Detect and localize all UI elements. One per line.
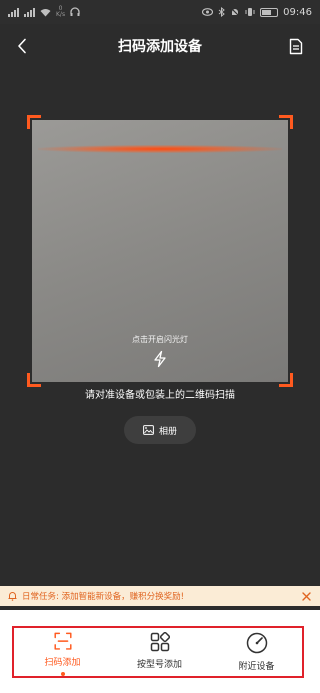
status-right: 09:46 (202, 7, 312, 18)
bluetooth-icon (218, 7, 225, 17)
wifi-icon (40, 8, 51, 16)
lightning-icon (154, 350, 166, 368)
viewfinder-corner-bottom-left (27, 373, 41, 387)
close-icon (301, 591, 311, 601)
page-title: 扫码添加设备 (118, 39, 202, 55)
add-method-tab-bar: 扫码添加 按型号添加 附近设备 (0, 610, 320, 693)
album-label: 相册 (158, 426, 177, 437)
tab-add-by-model[interactable]: 按型号添加 (111, 628, 208, 676)
image-icon (143, 425, 154, 435)
battery-icon (260, 7, 279, 17)
header: 扫码添加设备 (0, 24, 320, 68)
signal-icon (8, 7, 19, 17)
album-button[interactable]: 相册 (124, 416, 196, 444)
document-icon (289, 38, 303, 54)
back-button[interactable] (10, 34, 34, 58)
mute-icon (230, 7, 240, 17)
status-left: 0 K/s (8, 6, 80, 18)
scan-icon (53, 632, 72, 650)
signal-icon-2 (24, 7, 35, 17)
network-speed: 0 K/s (56, 5, 66, 18)
active-indicator-dot (60, 672, 65, 676)
headphones-icon (70, 7, 80, 16)
eye-icon (202, 8, 214, 16)
viewfinder-corner-top-left (27, 115, 41, 129)
tab-add-by-model-label: 按型号添加 (136, 660, 182, 670)
tab-nearby-devices-label: 附近设备 (238, 662, 275, 672)
vibrate-icon (245, 8, 255, 16)
tab-highlight-box: 扫码添加 按型号添加 附近设备 (12, 626, 304, 678)
task-notice-bar[interactable]: 日常任务: 添加智能新设备，赚积分换奖励! (0, 586, 320, 606)
flashlight-button[interactable] (152, 350, 168, 368)
tab-scan-add-label: 扫码添加 (44, 658, 81, 669)
flash-label[interactable]: 点击开启闪光灯 (0, 334, 320, 345)
notice-text: 日常任务: 添加智能新设备，赚积分换奖励! (22, 592, 184, 602)
status-bar: 0 K/s 09:46 (0, 0, 320, 24)
viewfinder-corner-top-right (279, 115, 293, 129)
chevron-left-icon (18, 38, 26, 54)
tab-nearby-devices[interactable]: 附近设备 (208, 628, 305, 676)
scan-hint: 请对准设备或包装上的二维码扫描 (85, 390, 235, 401)
apps-grid-icon (150, 632, 170, 652)
notice-close-button[interactable] (300, 590, 312, 602)
tab-scan-add[interactable]: 扫码添加 (14, 628, 111, 676)
radar-icon (246, 632, 267, 654)
document-button[interactable] (284, 34, 308, 58)
bell-icon (8, 592, 17, 601)
scan-line (38, 145, 282, 153)
clock: 09:46 (283, 6, 312, 18)
viewfinder-corner-bottom-right (279, 373, 293, 387)
